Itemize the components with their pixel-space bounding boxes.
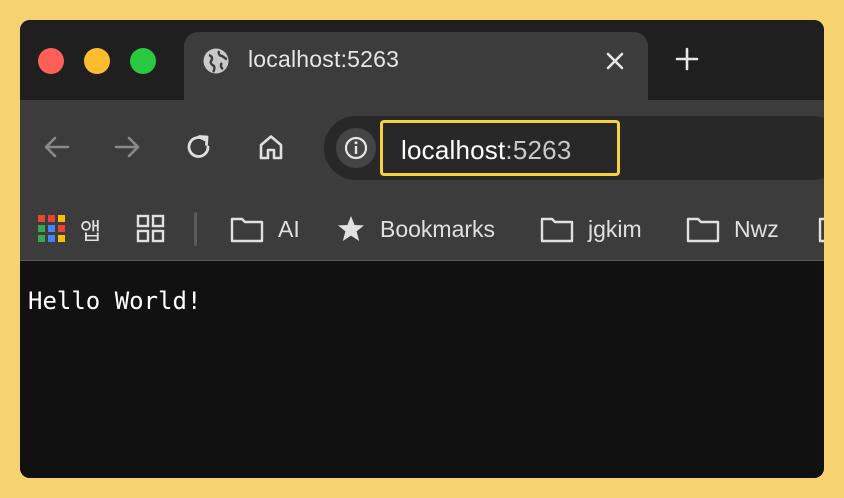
bookmark-folder-nwz[interactable]: Nwz bbox=[686, 198, 779, 260]
bookmark-folder-jgkim[interactable]: jgkim bbox=[540, 198, 642, 260]
minimize-window-button[interactable] bbox=[84, 48, 110, 74]
page-content: Hello World! bbox=[20, 261, 824, 478]
page-text: Hello World! bbox=[28, 287, 202, 315]
maximize-window-button[interactable] bbox=[130, 48, 156, 74]
url-text[interactable]: localhost:5263 bbox=[401, 135, 572, 166]
bookmark-label: jgkim bbox=[588, 215, 642, 242]
home-icon[interactable] bbox=[256, 132, 286, 162]
tab-strip: localhost:5263 bbox=[20, 20, 824, 100]
toolbar: localhost:5263 bbox=[20, 100, 824, 198]
folder-icon bbox=[540, 217, 574, 243]
globe-icon bbox=[203, 48, 229, 74]
apps-grid-icon bbox=[38, 215, 65, 242]
browser-window: localhost:5263 localhost:5263 앱 AI Bookm… bbox=[20, 20, 824, 478]
tab-localhost[interactable]: localhost:5263 bbox=[184, 32, 648, 100]
bookmarks-bar: 앱 AI Bookmarks jgkim Nwz bbox=[20, 198, 824, 261]
url-port: :5263 bbox=[505, 135, 572, 165]
folder-icon bbox=[818, 217, 824, 243]
folder-icon bbox=[686, 217, 720, 243]
reload-icon[interactable] bbox=[184, 132, 214, 162]
close-window-button[interactable] bbox=[38, 48, 64, 74]
info-icon bbox=[344, 136, 368, 160]
url-highlight: localhost:5263 bbox=[380, 120, 620, 176]
bookmark-label: Bookmarks bbox=[380, 215, 496, 242]
bookmarks-divider bbox=[194, 212, 197, 246]
bookmark-folder-partial[interactable] bbox=[818, 198, 824, 260]
site-info-button[interactable] bbox=[336, 128, 376, 168]
forward-icon[interactable] bbox=[112, 132, 142, 162]
new-tab-icon[interactable] bbox=[674, 46, 700, 72]
bookmark-folder-ai[interactable]: AI bbox=[230, 198, 300, 260]
tab-groups-shortcut[interactable] bbox=[136, 198, 180, 260]
apps-shortcut[interactable]: 앱 bbox=[38, 198, 101, 260]
bookmark-label: AI bbox=[278, 215, 300, 242]
back-icon[interactable] bbox=[42, 132, 72, 162]
bookmark-label: Nwz bbox=[734, 215, 779, 242]
star-icon bbox=[338, 216, 364, 241]
grid-icon bbox=[136, 214, 165, 243]
folder-icon bbox=[230, 217, 264, 243]
address-bar[interactable]: localhost:5263 bbox=[324, 116, 824, 180]
bookmark-bookmarks[interactable]: Bookmarks bbox=[336, 198, 495, 260]
url-host: localhost bbox=[401, 135, 506, 165]
tab-title: localhost:5263 bbox=[248, 46, 400, 72]
apps-label: 앱 bbox=[80, 218, 102, 244]
close-icon[interactable] bbox=[604, 50, 626, 72]
